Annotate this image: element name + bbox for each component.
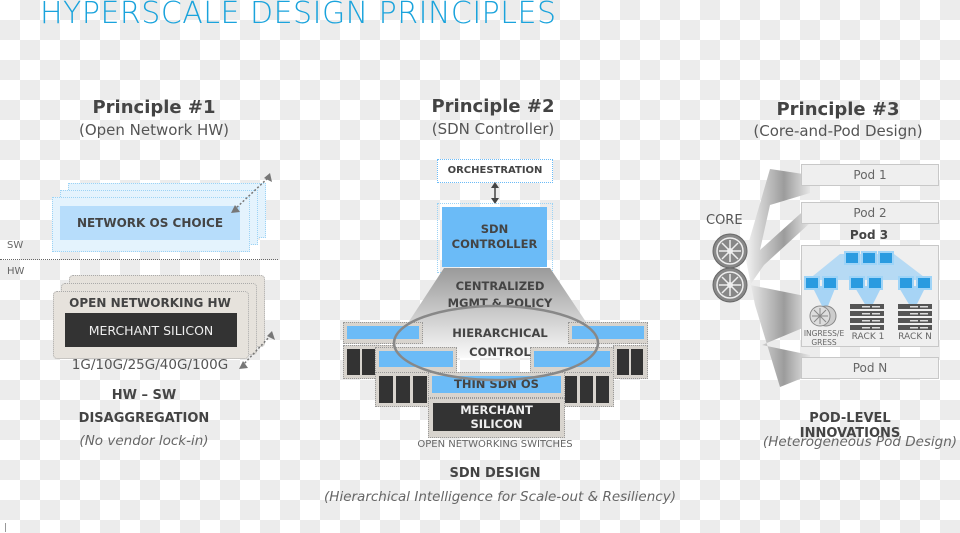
principle2-heading: Principle #2 — [431, 96, 555, 117]
open-networking-hw-label: OPEN NETWORKING HW — [69, 296, 231, 310]
pod-n: Pod N — [801, 357, 939, 379]
sdn-controller-box: SDN CONTROLLER — [442, 207, 547, 267]
switch-icon — [878, 251, 894, 265]
principle2-subheading: (SDN Controller) — [431, 120, 555, 138]
rack-1-icon — [850, 304, 884, 330]
router-icon — [712, 233, 748, 269]
principle3-subheading: (Core-and-Pod Design) — [753, 122, 923, 140]
merchant-silicon-box-2: MERCHANT SILICON — [433, 403, 560, 431]
hw-label: HW — [7, 266, 25, 277]
principle3-note: (Heterogeneous Pod Design) — [762, 434, 958, 450]
merchant-silicon-box: MERCHANT SILICON — [65, 313, 237, 347]
network-os-choice-box: NETWORK OS CHOICE — [60, 206, 240, 240]
switch-icon — [867, 276, 883, 290]
principle1-subheading: (Open Network HW) — [78, 121, 230, 139]
hierarchical-control-label: HIERARCHICAL CONTROL — [430, 324, 570, 362]
ingress-label: INGRESS/E GRESS — [803, 329, 845, 347]
switch-icon — [898, 276, 914, 290]
orchestration-box: ORCHESTRATION — [437, 159, 553, 183]
pod-3-box: INGRESS/E GRESS RACK 1 RACK N — [801, 245, 939, 347]
switch-icon — [804, 276, 820, 290]
vertical-double-arrow-icon — [491, 182, 499, 204]
core-label: CORE — [706, 213, 743, 228]
principle1-caption-line2: DISAGGREGATION — [78, 411, 210, 426]
controller-line1: SDN — [480, 222, 509, 236]
sw-label: SW — [7, 240, 24, 251]
sw-hw-divider — [0, 259, 278, 260]
principle2-caption: SDN DESIGN — [449, 466, 541, 481]
pod-3-label: Pod 3 — [849, 228, 889, 242]
switch-icon — [916, 276, 932, 290]
principle3-heading: Principle #3 — [776, 99, 900, 120]
control-line2: CONTROL — [469, 345, 531, 359]
principle1-caption-line1: HW – SW — [111, 388, 177, 403]
front-switch: MERCHANT SILICON — [428, 398, 565, 438]
principle1-note: (No vendor lock-in) — [79, 433, 209, 449]
port-speeds: 1G/10G/25G/40G/100G — [71, 357, 229, 373]
router-icon — [712, 267, 748, 303]
page-title: HYPERSCALE DESIGN PRINCIPLES — [40, 0, 557, 31]
pod-1: Pod 1 — [801, 164, 939, 186]
switch-icon — [849, 276, 865, 290]
mgmt-line1: CENTRALIZED — [455, 279, 545, 293]
open-networking-switches-label: OPEN NETWORKING SWITCHES — [417, 439, 573, 450]
rack-n-icon — [898, 304, 932, 330]
principle1-heading: Principle #1 — [92, 97, 216, 118]
rack-1-label: RACK 1 — [851, 332, 885, 342]
control-line1: HIERARCHICAL — [452, 326, 548, 340]
principle2-note: (Hierarchical Intelligence for Scale-out… — [324, 489, 676, 505]
controller-line2: CONTROLLER — [451, 237, 538, 251]
slide-marker — [5, 523, 6, 532]
switch-icon — [822, 276, 838, 290]
core-router-icons — [712, 233, 748, 303]
double-arrow-icon — [231, 173, 272, 213]
ingress-router-icon — [809, 305, 837, 327]
switch-icon — [844, 251, 860, 265]
pod-2: Pod 2 — [801, 202, 939, 224]
switch-icon — [861, 251, 877, 265]
switch-back-right-ports — [613, 345, 648, 379]
rack-n-label: RACK N — [898, 332, 932, 342]
